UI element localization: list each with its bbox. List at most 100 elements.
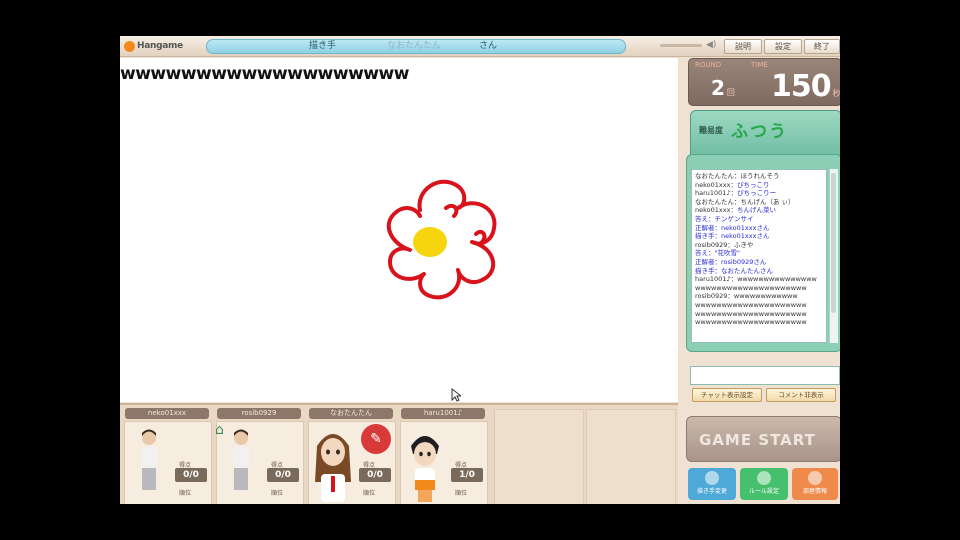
chat-message: wwwwwwwwwwwwwwwwwwwww	[695, 284, 823, 293]
chat-message: neko01xxx：ちんげん菜い	[695, 206, 823, 215]
chat-text: 正解者：neko01xxxさん	[695, 223, 770, 232]
chat-text: 答え：チンゲンサイ	[695, 214, 754, 223]
player-name: haru1001♪	[401, 408, 485, 419]
chat-text: wwwwwwwwwwwwwwwwwwwww	[695, 283, 807, 292]
chat-user: rosib0929：	[695, 240, 734, 249]
chat-message: 正解者：neko01xxxさん	[695, 224, 823, 233]
chat-text: wwwwwwwwwwwwwwwwwwwww	[695, 318, 807, 327]
right-panel: ROUND TIME 2回 150 秒 難易度 ふつう なおたんたん：ほうれんそう…	[680, 58, 840, 504]
drawing-canvas[interactable]: wwwwwwwwwwwwwwwwwww	[120, 58, 678, 402]
player-slot-2[interactable]: rosib0929 ⌂ 得点 0/0 順位	[214, 405, 304, 504]
chat-user: なおたんたん：	[695, 197, 741, 206]
chat-user: neko01xxx：	[695, 206, 737, 215]
drawer-name: なおたんたん	[387, 41, 442, 51]
avatar	[411, 436, 439, 502]
chat-message: neko01xxx：ぴちっこり	[695, 181, 823, 190]
chat-message: なおたんたん：ほうれんそう	[695, 172, 823, 181]
player-score: 1/0	[451, 468, 483, 482]
avatar	[141, 429, 157, 490]
chat-message: haru1001♪：ぴちっこりー	[695, 189, 823, 198]
hide-comments-button[interactable]: コメント非表示	[766, 388, 836, 402]
drawer-banner: 描き手 なおたんたん さん	[206, 39, 626, 54]
flower-drawing	[386, 179, 497, 300]
player-name: rosib0929	[217, 408, 301, 419]
chat-message: wwwwwwwwwwwwwwwwwwwww	[695, 301, 823, 310]
difficulty-value: ふつう	[731, 122, 788, 142]
chat-message: wwwwwwwwwwwwwwwwwwwww	[695, 318, 823, 327]
chat-user: haru1001♪：	[695, 189, 738, 198]
info-icon	[808, 471, 822, 485]
hangame-logo: Hangame	[124, 39, 183, 53]
chat-text: wwwwwwwwwwwwwwwwwwwww	[695, 309, 807, 318]
chat-user: neko01xxx：	[695, 180, 737, 189]
difficulty-box: 難易度 ふつう	[690, 110, 840, 160]
chat-text: ほうれんそう	[740, 172, 780, 180]
chat-message: wwwwwwwwwwwwwwwwwwwww	[695, 310, 823, 319]
status-box: ROUND TIME 2回 150 秒	[688, 58, 840, 106]
chat-text: 正解者：rosib0929さん	[695, 257, 767, 266]
chat-user: なおたんたん：	[695, 172, 741, 180]
empty-slot	[586, 409, 676, 504]
pen-icon: ✎	[361, 424, 391, 454]
chat-message: 描き手：なおたんたんさん	[695, 267, 823, 276]
chat-message: 描き手：neko01xxxさん	[695, 232, 823, 241]
empty-slot	[494, 409, 584, 504]
top-bar: Hangame 描き手 なおたんたん さん ◀) 説明 設定 終了	[120, 36, 840, 57]
difficulty-label: 難易度	[699, 126, 723, 135]
player-name: neko01xxx	[125, 408, 209, 419]
volume-slider[interactable]	[660, 44, 702, 47]
chat-user: rosib0929：	[695, 292, 734, 301]
chat-text: 描き手：なおたんたんさん	[695, 266, 773, 275]
avatar	[233, 429, 249, 490]
chat-log[interactable]: なおたんたん：ほうれんそう neko01xxx：ぴちっこり haru1001♪：ぴち…	[691, 169, 827, 343]
rule-settings-button[interactable]: ルール設定	[740, 468, 788, 500]
gear-icon	[757, 471, 771, 485]
chat-text: ふきや	[733, 240, 754, 249]
player-score: 0/0	[359, 468, 391, 482]
player-name: なおたんたん	[309, 408, 393, 419]
mouse-cursor	[451, 388, 461, 402]
player-score: 0/0	[175, 468, 207, 482]
game-window: Hangame 描き手 なおたんたん さん ◀) 説明 設定 終了 wwwwww…	[120, 36, 840, 504]
player-slot-4[interactable]: haru1001♪ 得点 1/0 順位	[398, 405, 488, 504]
timer-counter: 150 秒	[771, 69, 840, 104]
player-area: neko01xxx 得点 0/0 順位 rosib0929 ⌂ 得点 0/0 順…	[120, 403, 678, 504]
chat-user: haru1001♪：	[695, 275, 738, 284]
exit-button[interactable]: 終了	[804, 39, 840, 54]
chat-text: ぴちっこり	[736, 180, 770, 189]
chat-message: rosib0929：wwwwwwwwwwww	[695, 292, 823, 301]
chat-text: ちんげん菜い	[736, 206, 776, 215]
chat-display-settings-button[interactable]: チャット表示設定	[692, 388, 762, 402]
chat-text: 描き手：neko01xxxさん	[695, 232, 770, 241]
chat-text: wwwwwwwwwwww	[733, 292, 798, 301]
chat-message: 答え："花吹雪"	[695, 249, 823, 258]
room-info-button[interactable]: 部屋情報	[792, 468, 838, 500]
game-start-button[interactable]: GAME START	[686, 416, 840, 462]
settings-button[interactable]: 設定	[764, 39, 802, 54]
chat-message: haru1001♪：wwwwwwwwwwwwwww	[695, 275, 823, 284]
change-drawer-button[interactable]: 描き手変更	[688, 468, 736, 500]
logo-icon	[124, 40, 135, 52]
avatar	[315, 434, 351, 502]
chat-text: ちんげん（あ ぃ）	[740, 197, 795, 206]
chat-panel: なおたんたん：ほうれんそう neko01xxx：ぴちっこり haru1001♪：ぴち…	[686, 154, 840, 352]
chat-text: 答え："花吹雪"	[695, 249, 740, 258]
player-slot-1[interactable]: neko01xxx 得点 0/0 順位	[122, 405, 212, 504]
chat-scrollbar[interactable]	[829, 169, 838, 343]
drawer-suffix: さん	[479, 41, 498, 51]
chat-input[interactable]	[690, 366, 840, 385]
scroll-thumb[interactable]	[831, 173, 836, 313]
player-slot-3[interactable]: なおたんたん ✎ 得点 0/0 順位	[306, 405, 396, 504]
compass-icon	[705, 471, 719, 485]
chat-text: wwwwwwwwwwwwwww	[737, 275, 817, 284]
flower-center	[413, 227, 447, 257]
speaker-icon[interactable]: ◀)	[706, 40, 716, 50]
round-counter: 2回	[711, 76, 735, 100]
chat-text: wwwwwwwwwwwwwwwwwwwww	[695, 300, 807, 309]
help-button[interactable]: 説明	[724, 39, 762, 54]
drawer-label: 描き手	[309, 41, 337, 51]
player-score: 0/0	[267, 468, 299, 482]
chat-text: ぴちっこりー	[737, 189, 777, 198]
chat-message: 正解者：rosib0929さん	[695, 258, 823, 267]
chat-message: 答え：チンゲンサイ	[695, 215, 823, 224]
